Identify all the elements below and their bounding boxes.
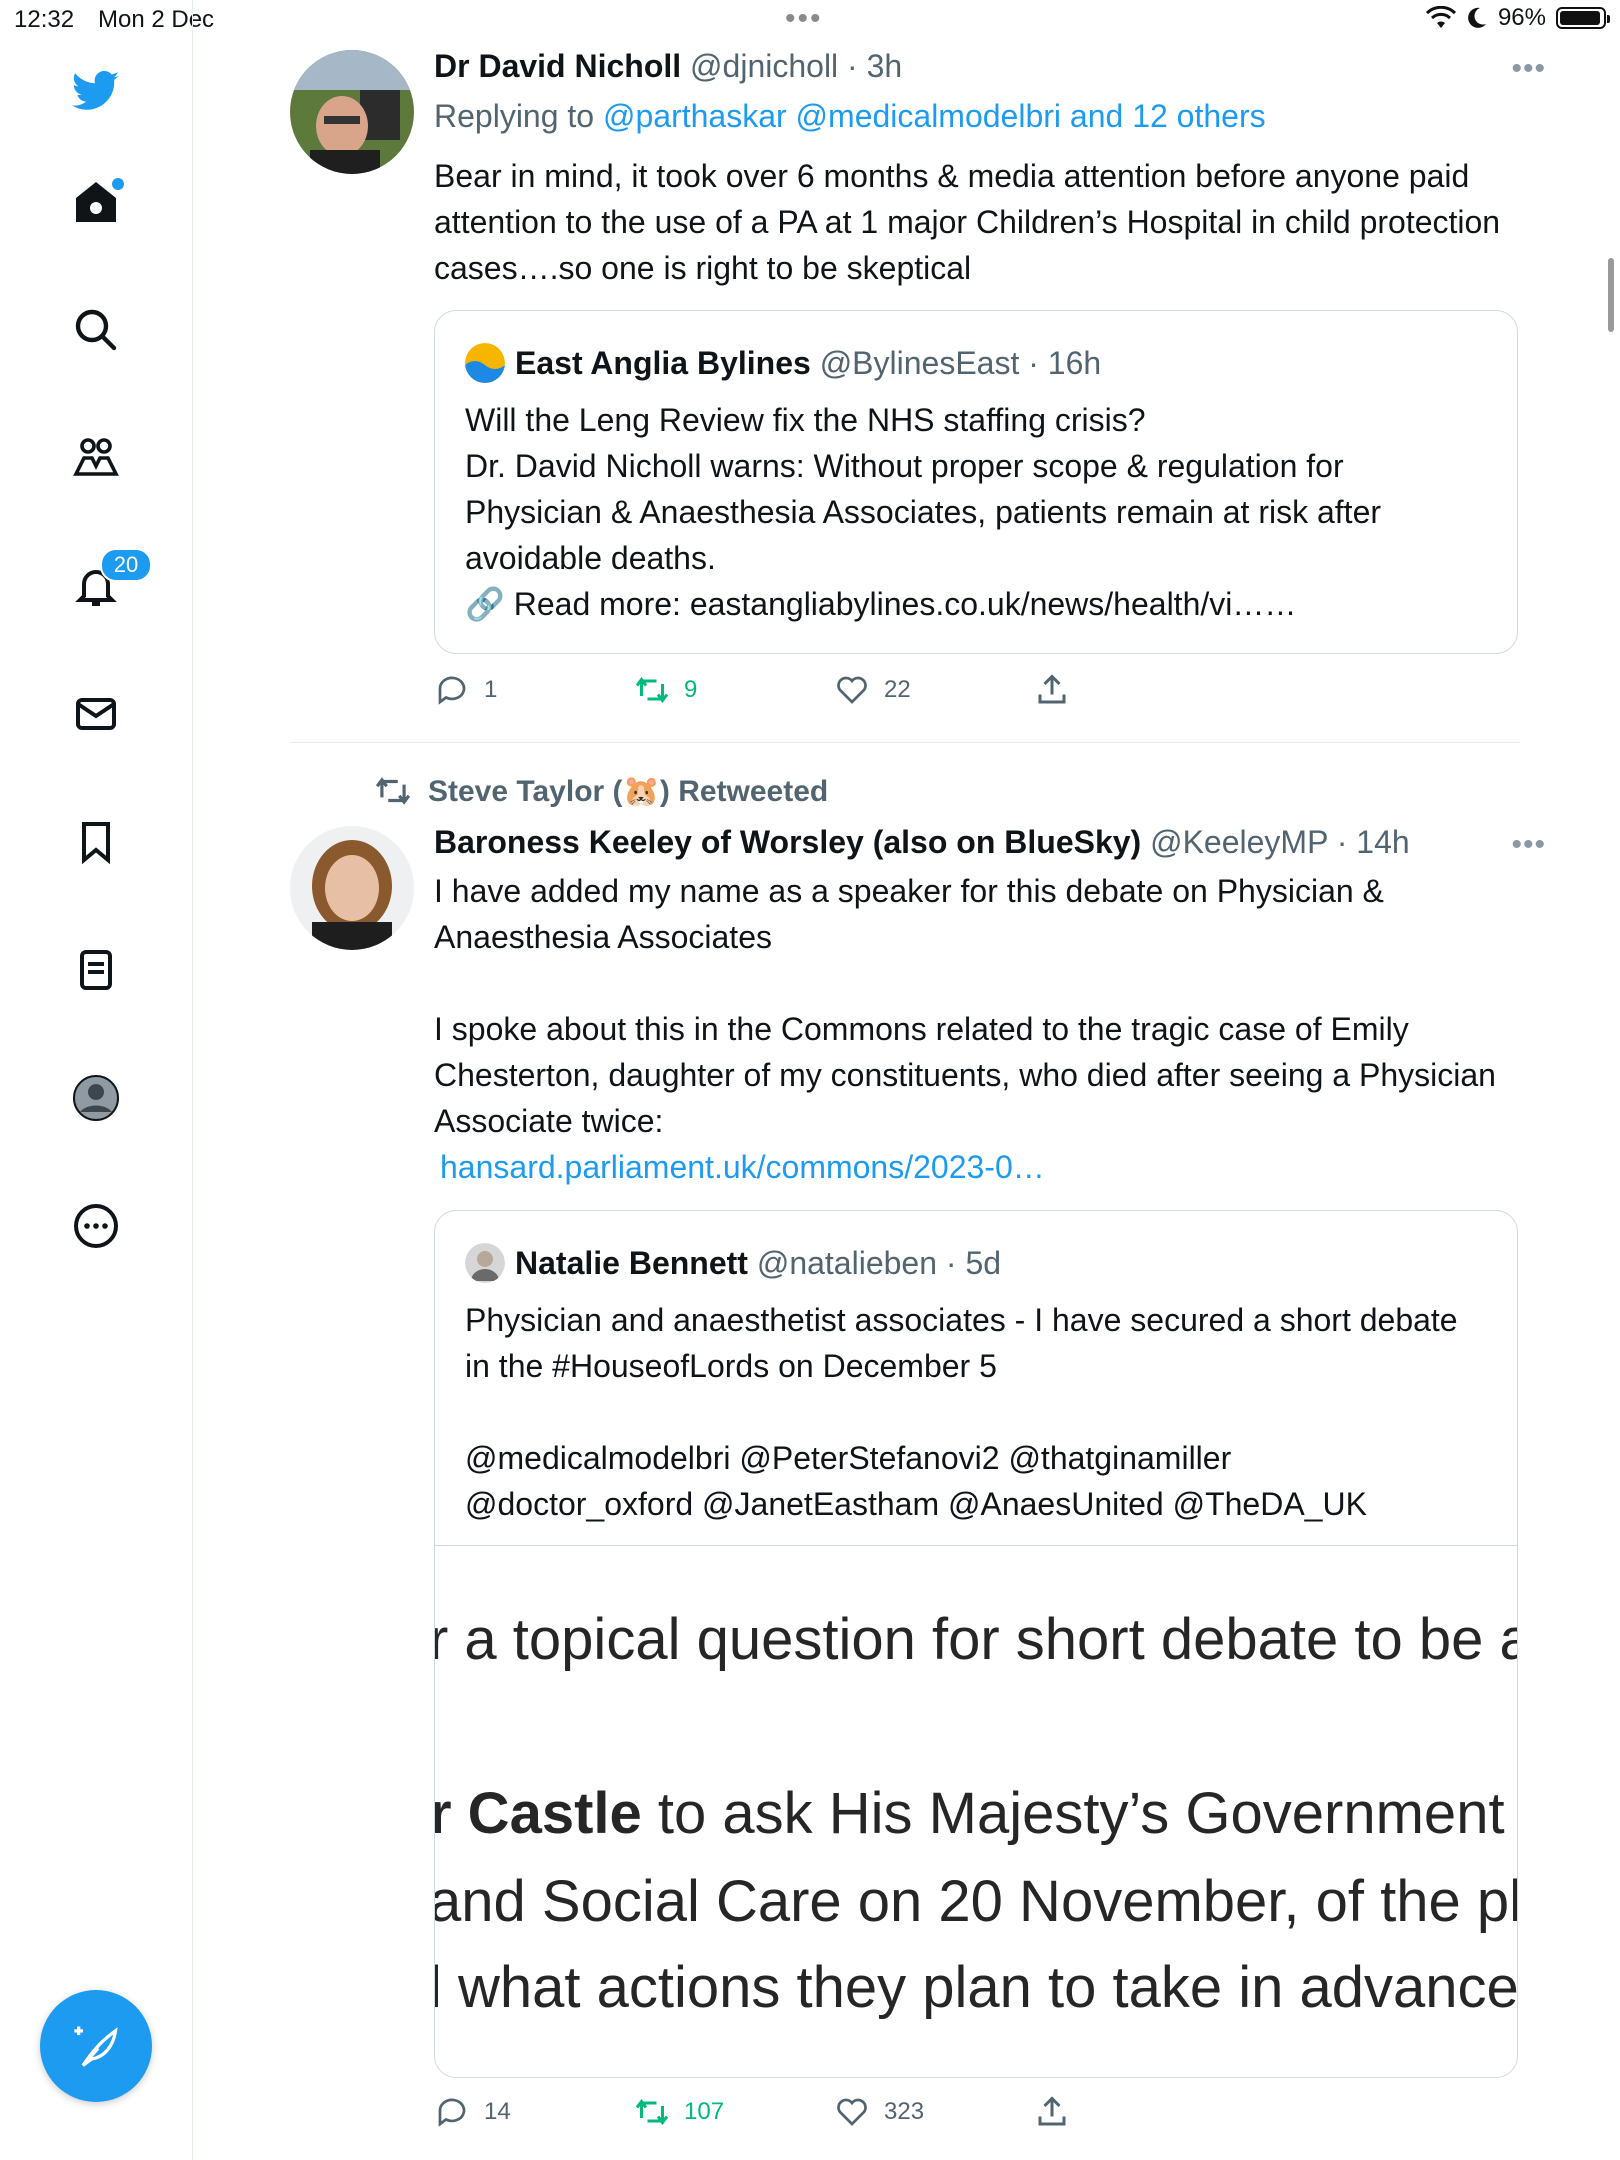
tweet-time[interactable]: · 14h (1337, 824, 1410, 860)
reply-button[interactable]: 14 (434, 2094, 511, 2130)
quoted-avatar-natalie-bennett (465, 1243, 505, 1283)
tweet-time[interactable]: · 3h (847, 48, 902, 84)
quoted-author-name: East Anglia Bylines (515, 344, 811, 381)
retweet-count: 107 (684, 2098, 725, 2125)
moon-icon (1468, 7, 1486, 28)
author-handle[interactable]: @djnicholl (690, 48, 838, 84)
replying-to: Replying to @parthaskar @medicalmodelbri… (434, 98, 1266, 135)
twitter-logo-icon[interactable] (66, 60, 126, 120)
profile-avatar-icon[interactable] (66, 1068, 126, 1128)
status-right: 96% (1425, 4, 1610, 32)
image-text-line: r Castle to ask His Majesty’s Government (435, 1781, 1505, 1846)
more-options-icon[interactable] (66, 1196, 126, 1256)
heart-icon (837, 2098, 867, 2126)
tweet-header: Baroness Keeley of Worsley (also on Blue… (434, 824, 1410, 861)
home-unread-dot (112, 178, 124, 190)
image-text-line: and Social Care on 20 November, of the p… (435, 1869, 1518, 1934)
quoted-line: Physician and anaesthetist associates - … (465, 1302, 1458, 1384)
retweet-count: 9 (684, 676, 698, 703)
retweeted-by[interactable]: Steve Taylor (🐹) Retweeted (428, 774, 828, 809)
retweet-icon (635, 677, 669, 703)
reply-button[interactable]: 1 (434, 672, 497, 708)
like-button[interactable]: 323 (834, 2094, 924, 2130)
battery-icon (1556, 7, 1610, 29)
quoted-image[interactable]: r a topical question for short debate to… (435, 1545, 1518, 2077)
multitasking-dots[interactable]: ••• (785, 2, 823, 36)
image-text-line: r a topical question for short debate to… (435, 1607, 1518, 1672)
quoted-line: 🔗 Read more: eastangliabylines.co.uk/new… (465, 586, 1297, 622)
quoted-text: Physician and anaesthetist associates - … (465, 1297, 1465, 1527)
reply-count: 1 (484, 676, 498, 703)
battery-fill (1560, 11, 1601, 25)
compose-feather-icon (74, 2026, 118, 2067)
quoted-text: Will the Leng Review fix the NHS staffin… (465, 397, 1465, 627)
quoted-author-handle: @BylinesEast (819, 344, 1020, 381)
battery-percent: 96% (1497, 4, 1546, 31)
replying-prefix: Replying to (434, 98, 595, 134)
messages-mail-icon[interactable] (66, 684, 126, 744)
lists-icon[interactable] (66, 940, 126, 1000)
heart-icon (837, 676, 867, 704)
author-name[interactable]: Dr David Nicholl (434, 48, 681, 84)
reply-count: 14 (484, 2098, 511, 2125)
like-count: 22 (884, 676, 911, 703)
avatar-david-nicholl[interactable] (290, 50, 414, 174)
hansard-link[interactable]: hansard.parliament.uk/commons/2023-0… (440, 1149, 1045, 1185)
tweet-header: Dr David Nicholl @djnicholl · 3h (434, 48, 902, 85)
retweeted-icon (375, 777, 411, 805)
replying-to-link[interactable]: @parthaskar @medicalmodelbri and 12 othe… (603, 98, 1266, 134)
tweet-text: Bear in mind, it took over 6 months & me… (434, 158, 1501, 286)
quoted-author-name: Natalie Bennett (515, 1244, 748, 1281)
tweet-paragraph: I have added my name as a speaker for th… (434, 873, 1384, 955)
home-icon[interactable] (66, 172, 126, 232)
like-button[interactable]: 22 (834, 672, 911, 708)
retweet-icon (635, 2099, 669, 2125)
share-icon (1038, 2096, 1066, 2126)
sidebar: 20 (0, 0, 193, 2160)
quoted-time: · 5d (945, 1244, 1002, 1281)
compose-tweet-button[interactable] (40, 1990, 152, 2102)
author-handle[interactable]: @KeeleyMP (1150, 824, 1328, 860)
more-options-button[interactable]: ••• (1511, 828, 1546, 862)
notifications-badge: 20 (100, 548, 152, 582)
like-count: 323 (884, 2098, 925, 2125)
quoted-tweet[interactable]: Natalie Bennett @natalieben · 5d Physici… (434, 1210, 1518, 2078)
avatar-baroness-keeley[interactable] (290, 826, 414, 950)
reply-icon (438, 2098, 466, 2127)
bookmarks-icon[interactable] (66, 812, 126, 872)
quoted-line: Will the Leng Review fix the NHS staffin… (465, 402, 1146, 438)
author-name[interactable]: Baroness Keeley of Worsley (also on Blue… (434, 824, 1141, 860)
share-button[interactable] (1034, 672, 1070, 708)
quoted-header: East Anglia Bylines @BylinesEast · 16h (465, 343, 1101, 383)
notifications-bell-icon[interactable]: 20 (66, 548, 152, 616)
image-text-line: l what actions they plan to take in adva… (435, 1955, 1518, 2020)
quoted-tweet[interactable]: East Anglia Bylines @BylinesEast · 16h W… (434, 310, 1518, 654)
more-options-button[interactable]: ••• (1511, 52, 1546, 86)
share-button[interactable] (1034, 2094, 1070, 2130)
quoted-line: Dr. David Nicholl warns: Without proper … (465, 448, 1382, 576)
retweet-button[interactable]: 9 (634, 672, 697, 708)
scrollbar[interactable] (1608, 258, 1614, 332)
reply-icon (438, 676, 466, 705)
retweet-button[interactable]: 107 (634, 2094, 724, 2130)
tweet-divider (290, 742, 1520, 743)
communities-icon[interactable] (66, 428, 126, 488)
status-bar: 12:32 Mon 2 Dec ••• 96% (0, 0, 1620, 40)
quoted-time: · 16h (1028, 344, 1102, 381)
quoted-line: @medicalmodelbri @PeterStefanovi2 @thatg… (465, 1440, 1367, 1522)
wifi-icon (1425, 6, 1456, 28)
retweet-context: Steve Taylor (🐹) Retweeted (374, 772, 828, 810)
quoted-avatar-east-anglia-bylines (465, 343, 505, 383)
tweet-text: I have added my name as a speaker for th… (434, 868, 1514, 1190)
search-icon[interactable] (66, 300, 126, 360)
share-icon (1038, 674, 1066, 704)
quoted-author-handle: @natalieben (756, 1244, 937, 1281)
tweet-paragraph: I spoke about this in the Commons relate… (434, 1011, 1496, 1139)
quoted-header: Natalie Bennett @natalieben · 5d (465, 1243, 1001, 1283)
